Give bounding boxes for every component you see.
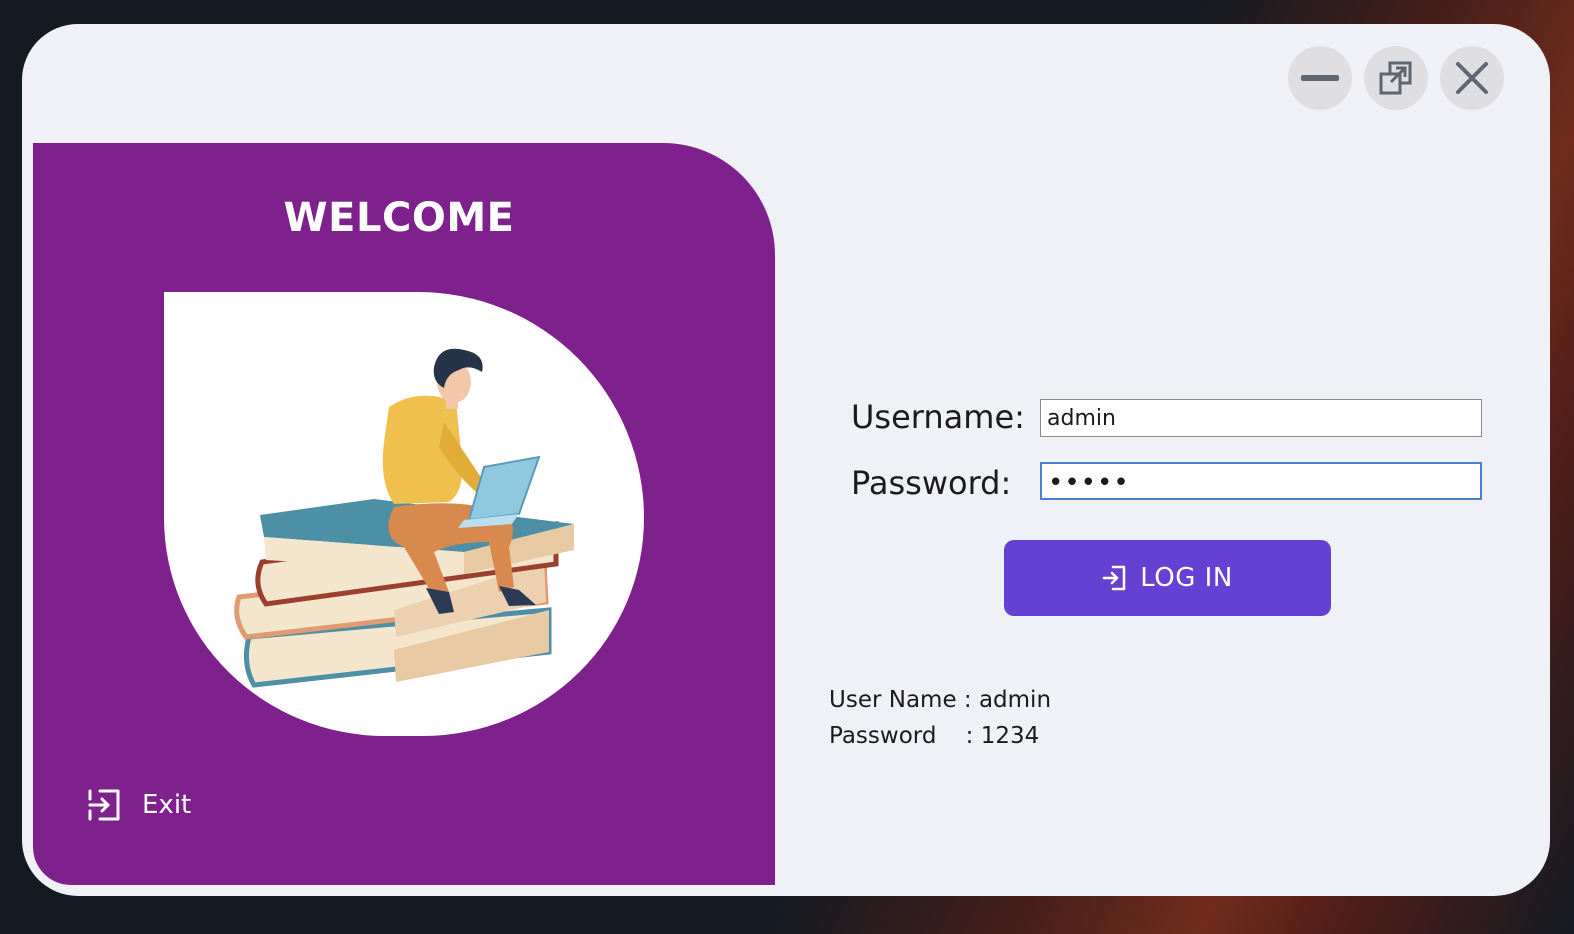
close-icon xyxy=(1456,62,1488,94)
login-icon xyxy=(1102,565,1126,591)
login-label: LOG IN xyxy=(1140,563,1233,593)
password-label: Password: xyxy=(851,464,1012,502)
minimize-button[interactable] xyxy=(1288,46,1352,110)
hint-password: Password : 1234 xyxy=(829,723,1040,749)
username-field[interactable]: admin xyxy=(1040,399,1482,437)
exit-icon xyxy=(88,789,120,821)
login-window: WELCOME Exit Username: Password: admin •… xyxy=(22,24,1550,896)
welcome-title: WELCOME xyxy=(283,195,515,241)
person-reading-illustration xyxy=(234,348,574,688)
exit-button[interactable]: Exit xyxy=(86,787,191,823)
username-label: Username: xyxy=(851,398,1025,436)
close-button[interactable] xyxy=(1440,46,1504,110)
exit-label: Exit xyxy=(142,790,192,820)
hint-username: User Name : admin xyxy=(829,687,1052,713)
maximize-button[interactable] xyxy=(1364,46,1428,110)
welcome-panel: WELCOME Exit xyxy=(33,143,775,885)
restore-icon xyxy=(1379,61,1412,95)
password-field[interactable]: ••••• xyxy=(1040,462,1482,500)
minimize-icon xyxy=(1301,75,1339,81)
login-button[interactable]: LOG IN xyxy=(1004,540,1331,616)
illustration-frame xyxy=(164,292,644,736)
